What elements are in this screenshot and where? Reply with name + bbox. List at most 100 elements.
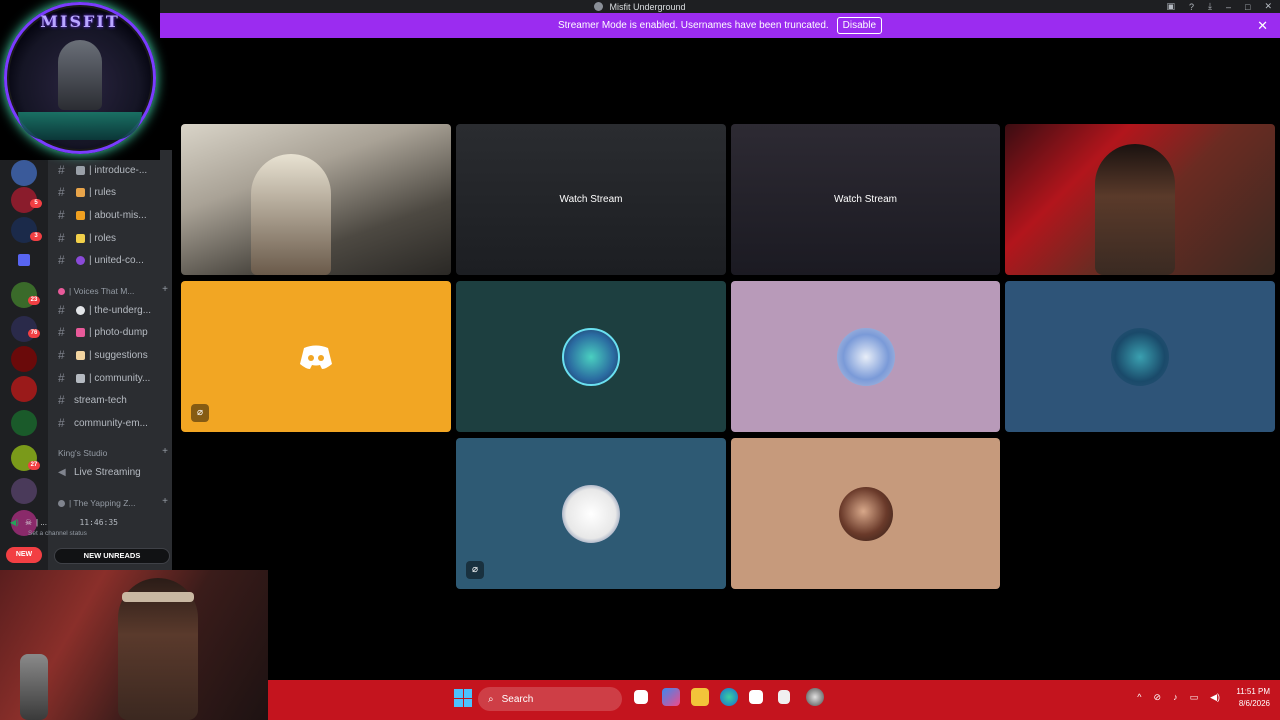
file-explorer-icon[interactable]	[691, 688, 709, 706]
participant-tile[interactable]	[1005, 281, 1275, 432]
windows-taskbar: ⌕ Search ^ ⊘ ♪ ▭ ◀) 11:51 PM 8/6/2026	[268, 680, 1280, 720]
server-icon[interactable]	[11, 478, 37, 504]
minimize-icon[interactable]: –	[1226, 2, 1231, 12]
disable-streamer-mode-button[interactable]: Disable	[836, 17, 883, 34]
channel-about[interactable]: # | about-mis...	[58, 207, 147, 223]
voice-timer: 11:46:35	[79, 517, 118, 527]
participant-avatar	[562, 327, 620, 386]
search-icon: ⌕	[488, 693, 494, 705]
new-unreads-button[interactable]: NEW UNREADS	[54, 548, 170, 564]
channel-the-underground[interactable]: # | the-underg...	[58, 302, 151, 318]
mention-badge: 27	[28, 461, 40, 470]
watch-stream-button[interactable]: Watch Stream	[731, 124, 1000, 275]
participant-tile[interactable]	[456, 281, 726, 432]
category-emoji-icon	[58, 499, 65, 507]
participant-avatar	[838, 486, 893, 541]
deafened-icon: ⌀	[466, 561, 484, 579]
server-icon[interactable]	[11, 376, 37, 402]
windows-start-icon[interactable]	[454, 689, 472, 707]
channel-united[interactable]: # | united-co...	[58, 252, 144, 268]
video-tile-camera[interactable]	[1005, 124, 1275, 275]
channel-label: | the-underg...	[89, 304, 152, 316]
participant-avatar	[1111, 327, 1169, 386]
category-kings-studio[interactable]: King's Studio +	[58, 446, 168, 459]
chevron-up-icon[interactable]: ^	[1137, 692, 1141, 703]
notepad-icon[interactable]	[778, 690, 790, 704]
server-icon[interactable]	[11, 410, 37, 436]
channel-photo-dump[interactable]: # | photo-dump	[58, 324, 148, 340]
category-emoji-icon	[58, 287, 65, 295]
display-icon[interactable]: ▭	[1190, 692, 1199, 703]
category-voices[interactable]: | Voices That M... +	[58, 284, 168, 297]
taskbar-search[interactable]: ⌕ Search	[478, 687, 622, 711]
channel-label: | rules	[89, 186, 117, 198]
channel-label: | introduce-...	[89, 164, 148, 176]
download-icon[interactable]: ⤓	[1208, 1, 1212, 12]
video-tile-camera[interactable]	[181, 124, 451, 275]
banner-message: Streamer Mode is enabled. Usernames have…	[557, 20, 829, 31]
task-view-icon[interactable]	[634, 690, 648, 704]
obs-icon[interactable]	[806, 688, 824, 706]
channel-emoji-icon	[76, 233, 85, 243]
speaker-icon: ◀)	[10, 517, 19, 527]
channel-stream-tech[interactable]: # stream-tech	[58, 392, 127, 408]
channel-roles[interactable]: # | roles	[58, 230, 116, 246]
edge-browser-icon[interactable]	[720, 688, 738, 706]
channel-emoji-icon	[76, 165, 85, 175]
channel-introduce[interactable]: # | introduce-...	[58, 162, 147, 178]
copilot-icon[interactable]	[662, 688, 680, 706]
help-icon[interactable]: ?	[1189, 2, 1194, 12]
store-icon[interactable]	[749, 690, 763, 704]
skull-avatar-icon: ☠	[24, 517, 32, 527]
hash-icon: #	[58, 231, 65, 245]
channel-community[interactable]: # | community...	[58, 370, 150, 386]
watch-stream-button[interactable]: Watch Stream	[456, 124, 726, 275]
logo-figure	[58, 40, 102, 110]
channel-rules[interactable]: # | rules	[58, 184, 116, 200]
mention-badge: 76	[28, 329, 40, 338]
participant-tile[interactable]: ⌀	[456, 438, 726, 589]
participant-tile[interactable]	[731, 438, 1000, 589]
channel-suggestions[interactable]: # | suggestions	[58, 347, 148, 363]
mention-badge: 5	[30, 199, 42, 208]
channel-community-em[interactable]: # community-em...	[58, 415, 148, 431]
add-channel-icon[interactable]: +	[162, 284, 168, 295]
channel-emoji-icon	[76, 350, 85, 360]
headband	[122, 592, 194, 602]
participant-figure	[1095, 144, 1175, 275]
discord-logo-icon	[287, 328, 345, 386]
participant-avatar	[562, 484, 620, 543]
hash-icon: #	[58, 208, 65, 222]
server-icon[interactable]	[11, 160, 37, 186]
hash-icon: #	[58, 393, 65, 407]
microphone-icon[interactable]: ♪	[1173, 692, 1178, 703]
channel-emoji-icon	[76, 305, 85, 315]
video-tile-stream: Watch Stream	[456, 124, 726, 275]
misfit-logo-overlay: MISFIT	[0, 0, 160, 160]
channel-live-streaming[interactable]: ◀ Live Streaming	[58, 464, 141, 480]
hash-icon: #	[58, 253, 65, 267]
participant-tile[interactable]: ⌀	[181, 281, 451, 432]
category-yapping-zone[interactable]: | The Yapping Z... +	[58, 496, 168, 509]
channel-list: # | introduce-... # | rules # | about-mis..…	[48, 150, 172, 570]
hash-icon: #	[58, 416, 65, 430]
server-icon[interactable]	[11, 346, 37, 372]
new-servers-pill[interactable]: NEW	[6, 547, 42, 563]
add-channel-icon[interactable]: +	[162, 446, 168, 457]
volume-icon[interactable]: ◀)	[1210, 692, 1220, 703]
network-off-icon[interactable]: ⊘	[1154, 692, 1162, 703]
participant-tile[interactable]	[731, 281, 1000, 432]
close-banner-icon[interactable]: ✕	[1257, 18, 1268, 34]
close-window-icon[interactable]: ✕	[1264, 1, 1272, 12]
channel-status-link[interactable]: Set a channel status	[28, 530, 87, 537]
folder-icon[interactable]	[18, 254, 30, 266]
clock-time: 11:51 PM	[1236, 687, 1270, 696]
inbox-icon[interactable]: ▣	[1166, 1, 1175, 12]
search-label: Search	[501, 693, 534, 705]
maximize-icon[interactable]: □	[1245, 2, 1250, 12]
channel-label: | roles	[89, 232, 117, 244]
voice-user-row[interactable]: ◀) ☠ | ... 11:46:35	[10, 516, 124, 528]
add-channel-icon[interactable]: +	[162, 496, 168, 507]
channel-label: | united-co...	[89, 254, 144, 266]
taskbar-clock[interactable]: 11:51 PM 8/6/2026	[1236, 686, 1270, 710]
